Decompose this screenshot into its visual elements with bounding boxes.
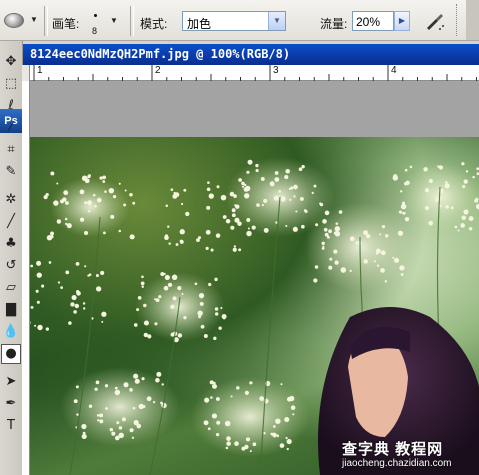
photo-canvas[interactable]	[30, 137, 479, 475]
panel-grip[interactable]	[456, 4, 459, 36]
options-bar: ▼ 画笔: 8 ▼ 模式: 加色 ▼ 流量: 20% ▶	[0, 0, 479, 41]
brush-dropdown-icon[interactable]: ▼	[110, 16, 118, 25]
separator	[130, 6, 134, 36]
ruler-origin[interactable]	[22, 65, 30, 81]
brush-picker[interactable]: 8	[86, 8, 110, 36]
watermark-url: jiaocheng.chazidian.com	[342, 458, 452, 469]
healing-brush-tool[interactable]: ✲	[1, 190, 21, 210]
flowers-and-woman-photo	[30, 157, 479, 475]
watermark: 查字典 教程网 jiaocheng.chazidian.com	[334, 436, 472, 472]
path-selection-tool[interactable]: ➤	[1, 372, 21, 392]
chevron-down-icon[interactable]: ▼	[268, 12, 285, 30]
watermark-title: 查字典 教程网	[342, 441, 444, 458]
dodge-tool-preset-icon	[4, 13, 24, 28]
history-brush-tool[interactable]: ↺	[1, 256, 21, 276]
brush-label: 画笔:	[52, 17, 80, 31]
lasso-tool[interactable]: ℓ	[1, 96, 21, 116]
tool-preset-picker[interactable]: ▼	[4, 11, 40, 31]
mode-select[interactable]: 加色 ▼	[182, 11, 286, 31]
crop-tool[interactable]: ⌗	[1, 140, 21, 160]
mode-value: 加色	[187, 17, 212, 31]
clone-stamp-tool[interactable]: ♣	[1, 234, 21, 254]
airbrush-button[interactable]	[422, 8, 448, 34]
dodge-tool[interactable]: ●	[1, 344, 21, 364]
flow-input[interactable]: 20%	[352, 11, 394, 31]
toolbox: Ps ✥ ⬚ ℓ ⁄ ⌗ ✎ ✲ ╱ ♣ ↺ ▱ ▇ 💧 ● ➤ ✒ T	[0, 41, 23, 475]
airbrush-icon	[427, 14, 444, 30]
marquee-tool[interactable]: ⬚	[1, 74, 21, 94]
vertical-ruler[interactable]	[22, 81, 30, 475]
blur-tool[interactable]: 💧	[1, 322, 21, 342]
flow-slider-button[interactable]: ▶	[394, 11, 410, 31]
brush-tip-icon	[94, 14, 97, 17]
pen-tool[interactable]: ✒	[1, 394, 21, 414]
eraser-tool[interactable]: ▱	[1, 278, 21, 298]
flow-label: 流量:	[320, 17, 348, 31]
magic-wand-tool[interactable]: ⁄	[1, 118, 21, 138]
chevron-down-icon: ▼	[30, 15, 38, 24]
brush-tool[interactable]: ╱	[1, 212, 21, 232]
ruler-label: 3	[273, 65, 279, 76]
ruler-ticks	[33, 65, 477, 81]
mode-label: 模式:	[140, 17, 168, 31]
move-tool[interactable]: ✥	[1, 52, 21, 72]
type-tool[interactable]: T	[1, 416, 21, 436]
separator	[44, 6, 48, 36]
panel-well	[466, 0, 479, 40]
ruler-label: 2	[155, 65, 161, 76]
brush-size: 8	[92, 26, 98, 36]
document-title-bar[interactable]: 8124eec0NdMzQH2Pmf.jpg @ 100%(RGB/8)	[22, 44, 479, 65]
gradient-tool[interactable]: ▇	[1, 300, 21, 320]
slice-tool[interactable]: ✎	[1, 162, 21, 182]
horizontal-ruler[interactable]: 1 2 3 4	[30, 65, 479, 81]
ruler-label: 4	[391, 65, 397, 76]
ruler-label: 1	[37, 65, 43, 76]
